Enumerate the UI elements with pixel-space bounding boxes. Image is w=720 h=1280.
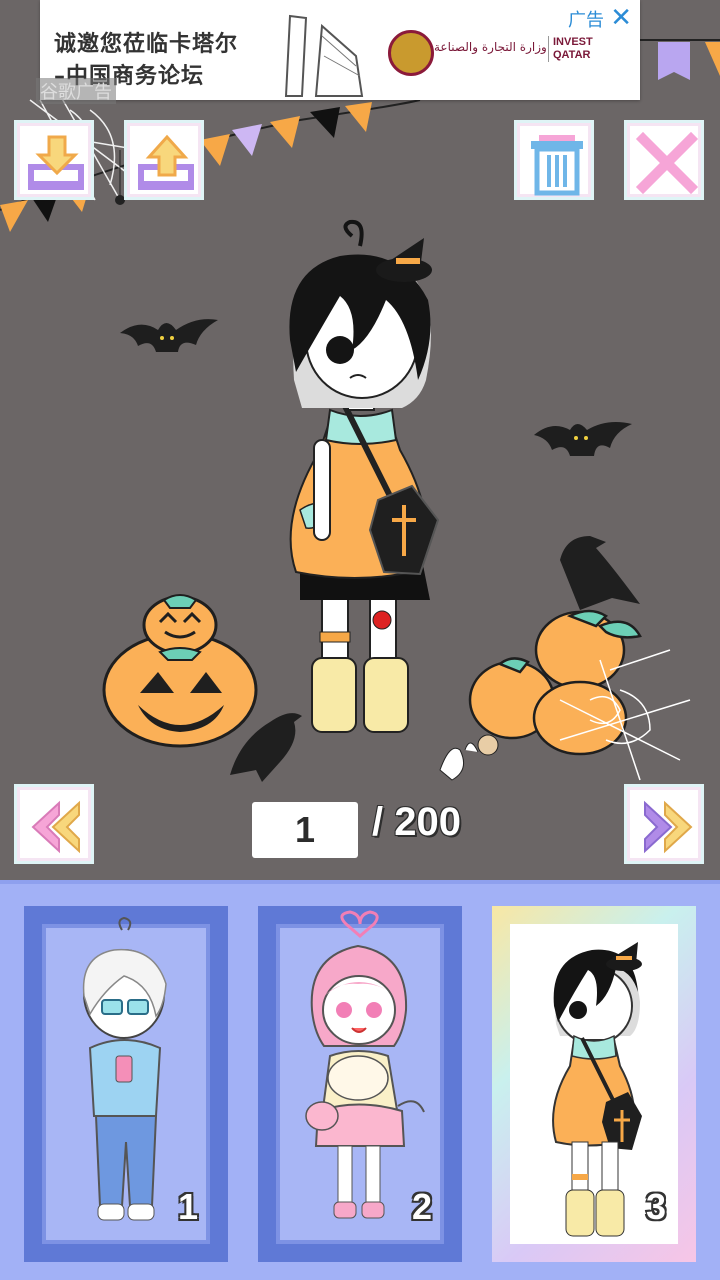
download-button[interactable] bbox=[14, 120, 94, 200]
ad-banner[interactable]: 诚邀您莅临卡塔尔 –中国商务论坛 وزارة التجارة والصناعة … bbox=[40, 0, 640, 100]
google-ad-label: 谷歌广告 bbox=[36, 78, 116, 104]
delete-button[interactable] bbox=[514, 120, 594, 200]
save-slot-3[interactable]: 3 bbox=[492, 906, 696, 1262]
page-total: / 200 bbox=[372, 800, 461, 844]
ad-ministry-logo bbox=[388, 30, 434, 76]
ad-headline: 诚邀您莅临卡塔尔 bbox=[54, 32, 239, 57]
upload-button[interactable] bbox=[124, 120, 204, 200]
save-slots-panel: 1 2 3 bbox=[0, 880, 720, 1280]
close-button[interactable] bbox=[624, 120, 704, 200]
dressup-stage: 诚邀您莅临卡塔尔 –中国商务论坛 وزارة التجارة والصناعة … bbox=[0, 0, 720, 880]
prev-page-button[interactable] bbox=[14, 784, 94, 864]
bat-left bbox=[120, 319, 218, 352]
halloween-scene bbox=[0, 39, 720, 782]
double-chevron-left-icon bbox=[31, 800, 80, 854]
slot-number: 2 bbox=[411, 1186, 432, 1227]
main-character bbox=[289, 219, 440, 733]
crow-right bbox=[560, 536, 640, 610]
slot-number: 3 bbox=[645, 1186, 666, 1227]
save-slot-2[interactable]: 2 bbox=[258, 906, 462, 1262]
upload-icon bbox=[138, 134, 194, 190]
ad-close-icon[interactable]: ✕ bbox=[610, 2, 632, 33]
double-chevron-right-icon bbox=[644, 800, 693, 854]
close-icon bbox=[635, 131, 699, 195]
download-icon bbox=[28, 135, 84, 190]
bat-right bbox=[534, 422, 632, 456]
pumpkin-pile bbox=[468, 609, 642, 756]
next-page-button[interactable] bbox=[624, 784, 704, 864]
jack-o-lantern bbox=[102, 594, 258, 748]
page-number-input[interactable]: 1 bbox=[252, 802, 358, 858]
ad-label: 广告 bbox=[568, 10, 604, 31]
ad-brand: INVEST QATAR bbox=[548, 36, 603, 62]
save-slot-1[interactable]: 1 bbox=[24, 906, 228, 1262]
slot-number: 1 bbox=[177, 1186, 198, 1227]
ad-tower-illustration bbox=[284, 14, 364, 97]
trash-icon bbox=[531, 135, 583, 196]
ad-ministry-caption: وزارة التجارة والصناعة bbox=[434, 40, 547, 54]
